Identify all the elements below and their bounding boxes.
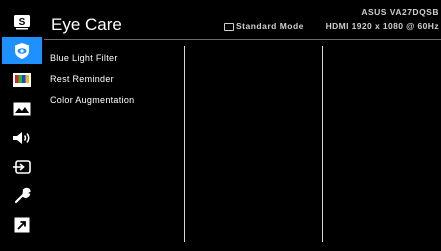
column-divider-1 <box>184 46 185 242</box>
column-divider-2 <box>322 46 323 242</box>
sidebar-item-sound[interactable] <box>2 124 42 151</box>
current-mode: Standard Mode <box>236 21 304 31</box>
eye-care-icon <box>15 42 29 59</box>
sidebar: S <box>0 0 44 251</box>
osd-menu: S Eye Care ASUS VA27DQSB Standard Mode H… <box>0 0 441 251</box>
eye-care-submenu: Blue Light Filter Rest Reminder Color Au… <box>50 52 182 115</box>
splendid-s-icon: S <box>14 14 30 29</box>
monitor-icon <box>224 23 234 31</box>
sidebar-item-splendid[interactable]: S <box>2 8 42 35</box>
sidebar-item-eye-care[interactable] <box>2 37 42 64</box>
sidebar-item-input[interactable] <box>2 153 42 180</box>
page-title: Eye Care <box>51 15 122 34</box>
header-divider <box>44 39 441 40</box>
sidebar-item-shortcut[interactable] <box>2 211 42 238</box>
menu-item-color-augmentation[interactable]: Color Augmentation <box>50 94 182 115</box>
svg-text:S: S <box>19 17 26 28</box>
input-select-icon <box>13 159 31 174</box>
menu-item-blue-light-filter[interactable]: Blue Light Filter <box>50 52 182 73</box>
signal-info: HDMI 1920 x 1080 @ 60Hz <box>325 21 439 31</box>
sidebar-item-image[interactable] <box>2 95 42 122</box>
sound-icon <box>13 131 30 144</box>
color-bars-icon <box>13 72 31 87</box>
sidebar-item-system[interactable] <box>2 182 42 209</box>
system-setup-icon <box>14 187 31 203</box>
model-name: ASUS VA27DQSB <box>361 7 439 17</box>
shortcut-icon <box>14 217 30 232</box>
menu-item-rest-reminder[interactable]: Rest Reminder <box>50 73 182 94</box>
image-icon <box>13 102 31 115</box>
sidebar-item-color[interactable] <box>2 66 42 93</box>
